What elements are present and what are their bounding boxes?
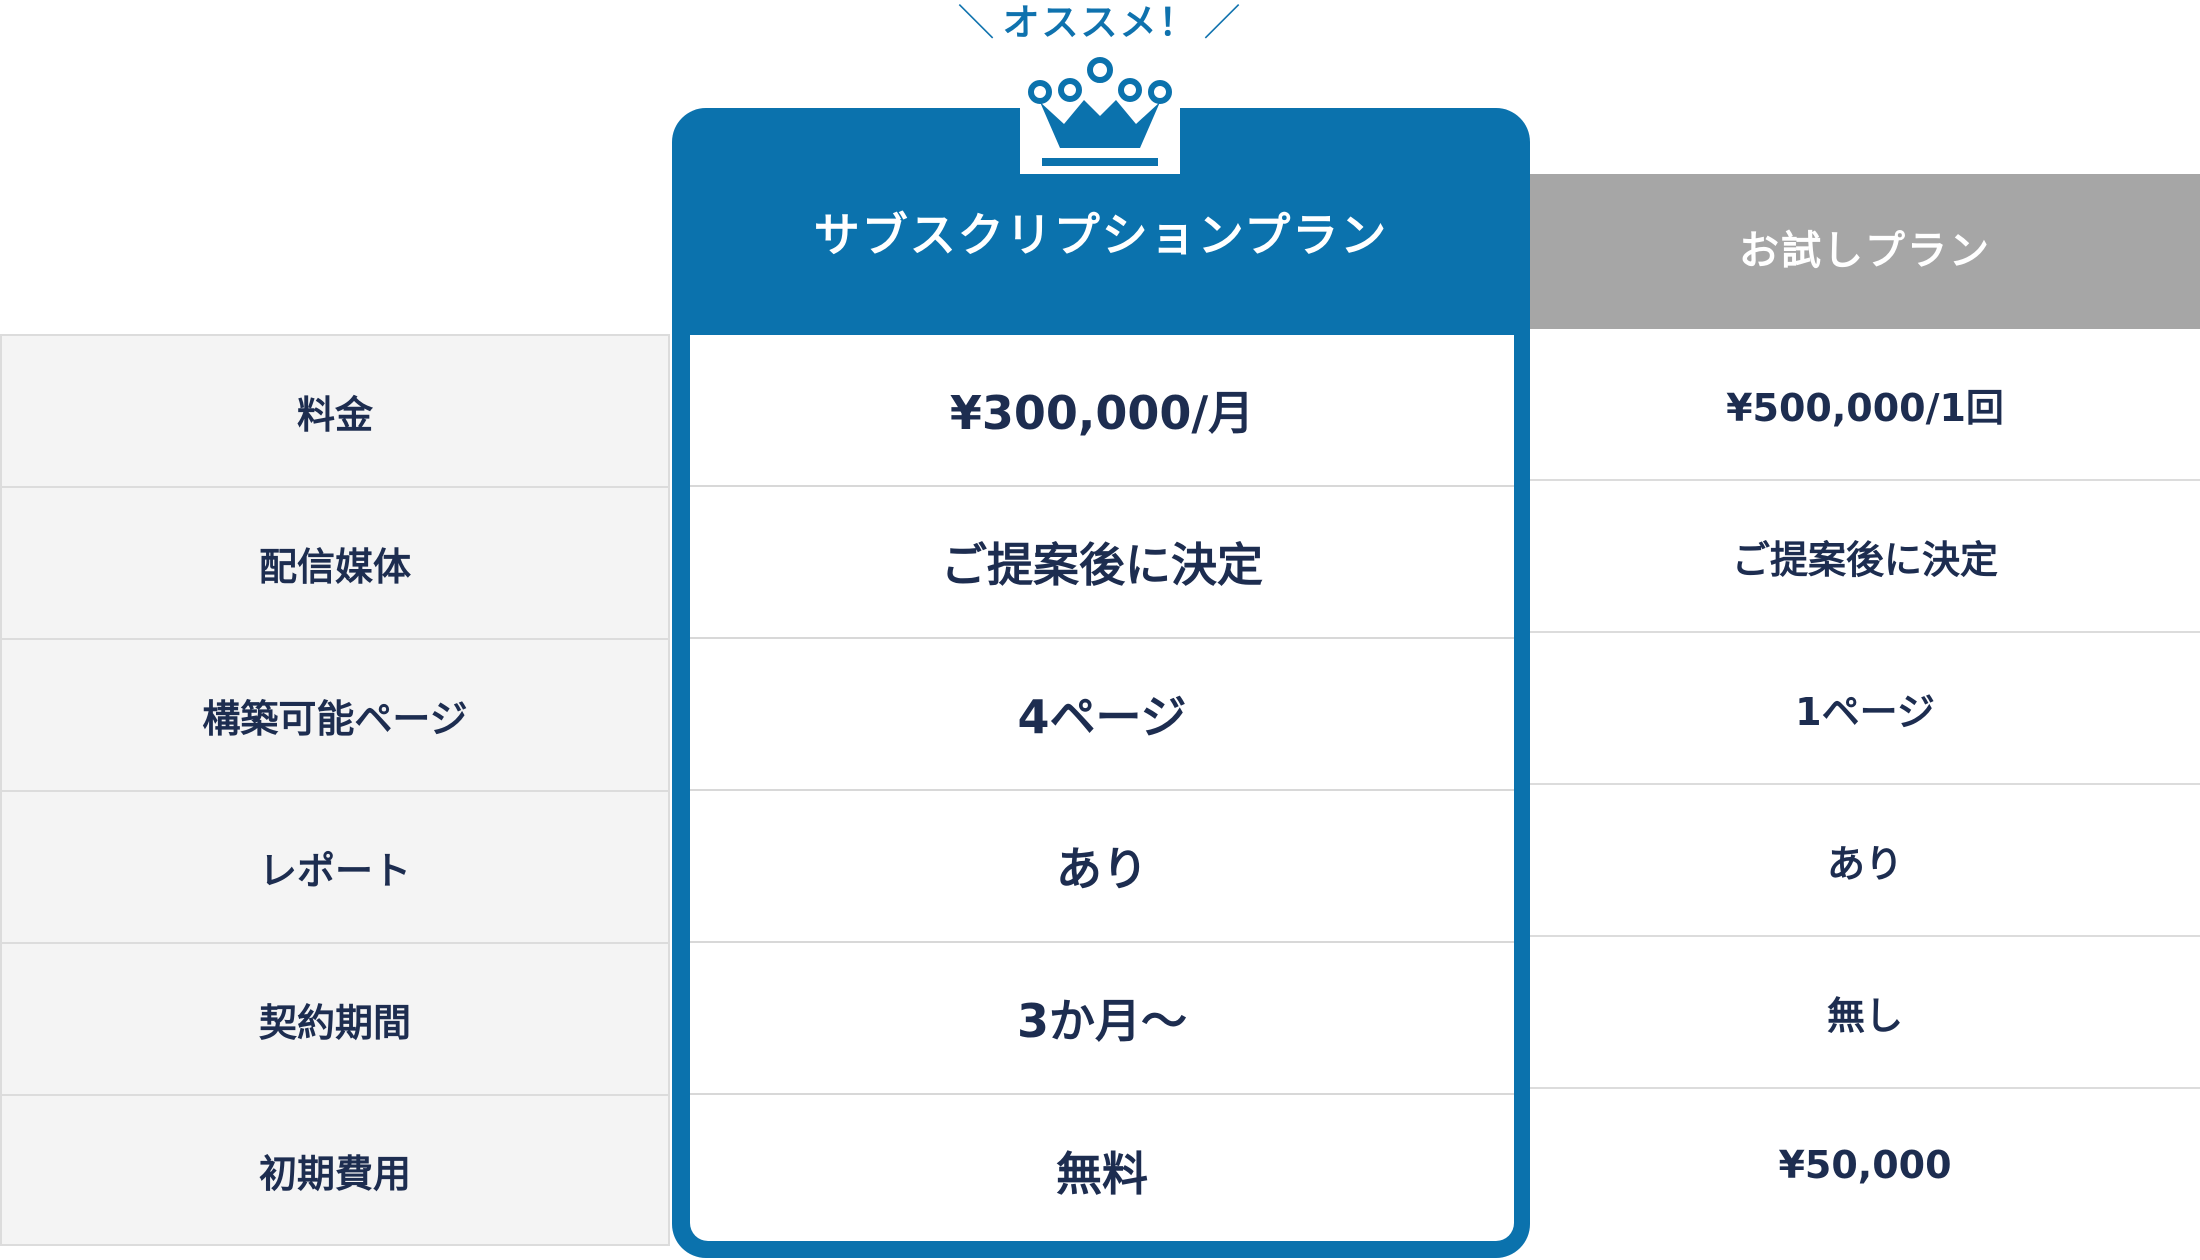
row-label-report: レポート	[0, 790, 670, 942]
featured-price: ¥300,000/月	[690, 335, 1514, 487]
row-label-price: 料金	[0, 334, 670, 486]
featured-pages: 4ページ	[690, 639, 1514, 791]
recommend-label: ＼ オススメ！／	[900, 0, 1300, 46]
trial-plan-title: お試しプラン	[1530, 174, 2200, 329]
trial-price: ¥500,000/1回	[1530, 329, 2200, 481]
featured-media: ご提案後に決定	[690, 487, 1514, 639]
crown-icon	[1020, 56, 1180, 174]
row-labels-column: 料金 配信媒体 構築可能ページ レポート 契約期間 初期費用	[0, 334, 670, 1246]
row-label-media: 配信媒体	[0, 486, 670, 638]
recommend-slash-left: ＼	[957, 1, 997, 44]
featured-contract-period: 3か月〜	[690, 943, 1514, 1095]
recommend-text: オススメ！	[1002, 1, 1198, 44]
row-label-pages: 構築可能ページ	[0, 638, 670, 790]
trial-contract-period: 無し	[1530, 937, 2200, 1089]
trial-report: あり	[1530, 785, 2200, 937]
row-label-initial-cost: 初期費用	[0, 1094, 670, 1246]
trial-initial-cost: ¥50,000	[1778, 1143, 1952, 1187]
trial-media: ご提案後に決定	[1530, 481, 2200, 633]
featured-plan-values: ¥300,000/月 ご提案後に決定 4ページ あり 3か月〜 無料	[690, 335, 1514, 1241]
trial-pages: 1ページ	[1530, 633, 2200, 785]
trial-plan-values: ¥500,000/1回 ご提案後に決定 1ページ あり 無し ¥50,000	[1530, 329, 2200, 1241]
row-label-contract-period: 契約期間	[0, 942, 670, 1094]
featured-report: あり	[690, 791, 1514, 943]
featured-initial-cost: 無料	[1056, 1147, 1148, 1201]
recommend-slash-right: ／	[1203, 1, 1243, 44]
featured-plan-title: サブスクリプションプラン	[813, 208, 1389, 262]
